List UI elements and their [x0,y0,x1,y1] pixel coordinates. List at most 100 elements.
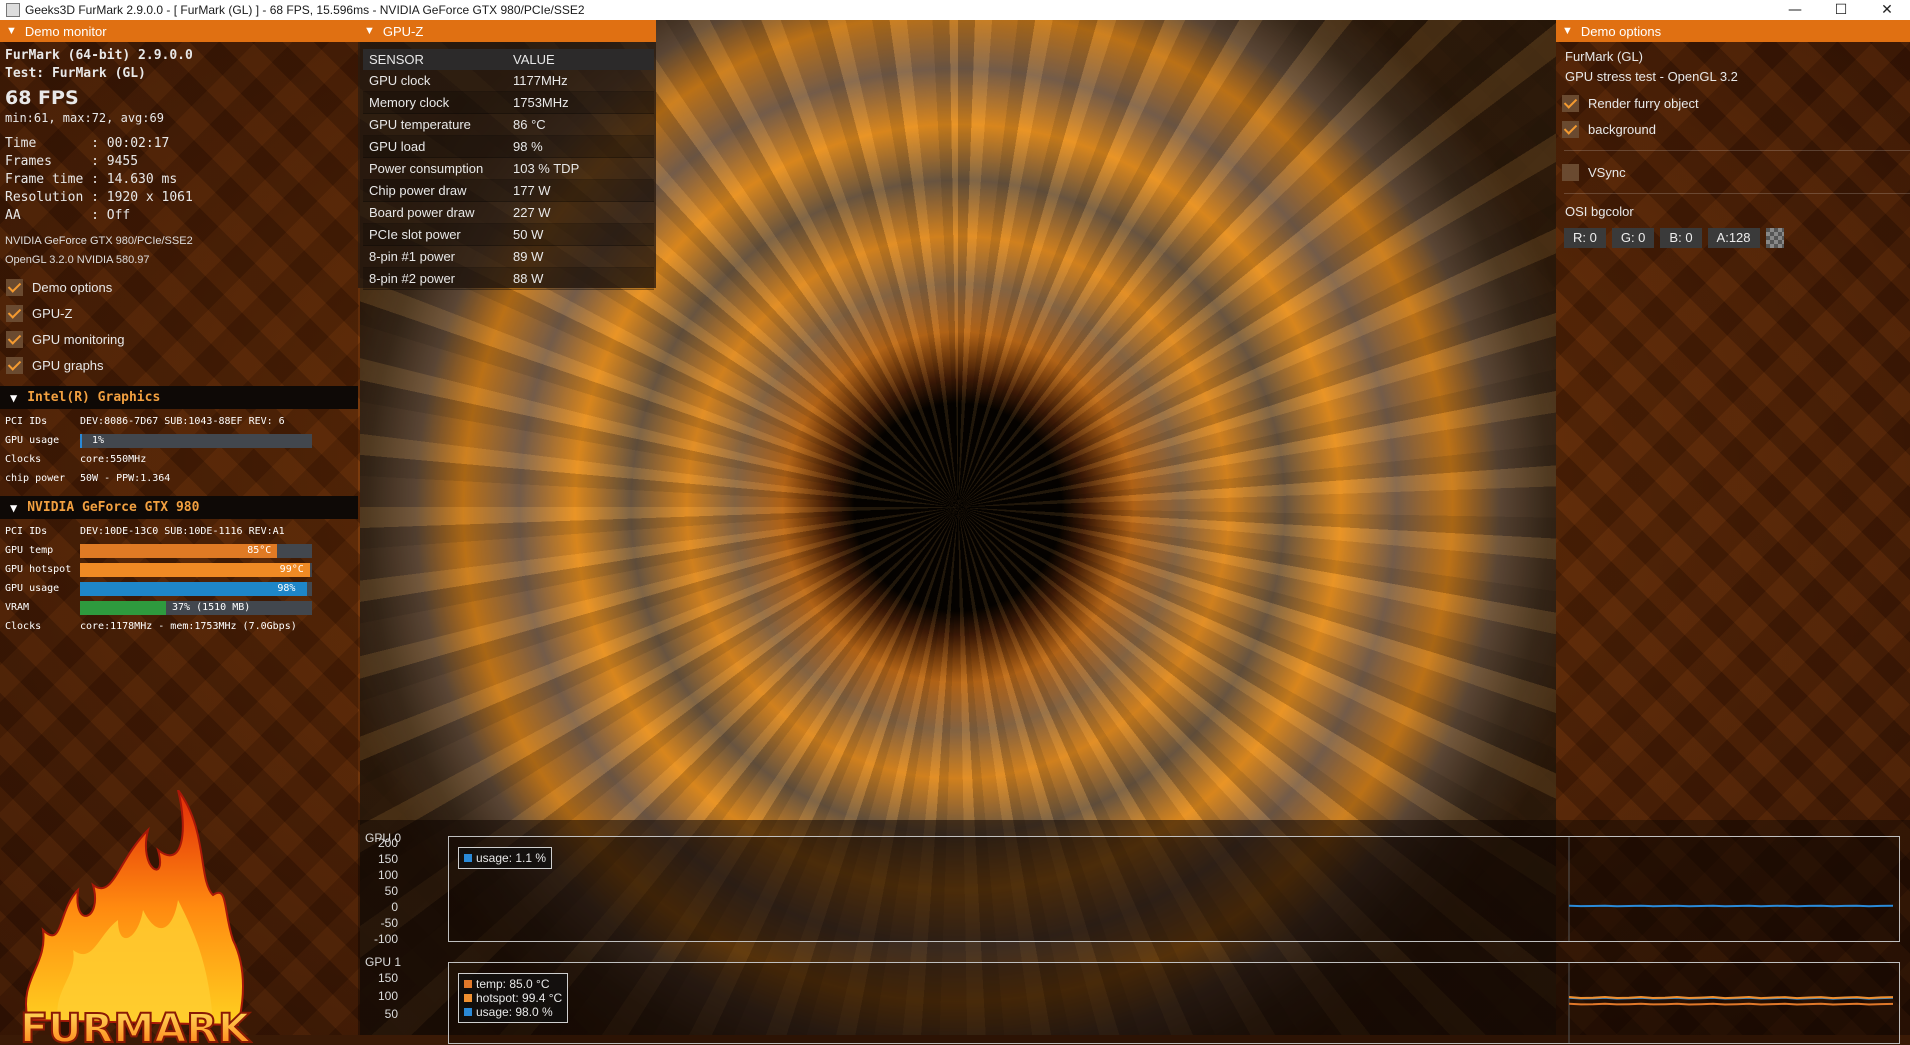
checkbox-icon[interactable] [6,330,23,348]
legend-item-usage: usage: 98.0 % [464,1005,562,1019]
demo-options-panel: ▼ Demo options FurMark (GL) GPU stress t… [1556,20,1910,820]
checkbox-icon[interactable] [1562,120,1579,138]
demo-monitor-header[interactable]: ▼ Demo monitor [0,20,358,42]
checkbox-icon[interactable] [6,278,23,296]
toggle-gpu-graphs[interactable]: GPU graphs [0,352,358,378]
window-title: Geeks3D FurMark 2.9.0.0 - [ FurMark (GL)… [25,3,585,17]
collapse-triangle-icon[interactable]: ▼ [1562,25,1573,37]
demo-options-header[interactable]: ▼ Demo options [1556,20,1910,42]
collapse-triangle-icon[interactable]: ▼ [364,25,375,37]
graph-gpu1-svg [1568,963,1894,1043]
y-tick: 150 [377,852,398,866]
legend-swatch [464,1008,472,1016]
table-row: 8-pin #2 power 88 W [363,267,654,290]
stat-frames: Frames : 9455 [5,154,139,169]
checkbox-icon[interactable] [6,304,23,322]
test-name: Test: FurMark (GL) [5,66,146,81]
y-tick: 150 [377,971,398,985]
table-row: Power consumption 103 % TDP [363,157,654,180]
gpu0-name: Intel(R) Graphics [27,390,161,405]
gpu0-usage-row: GPU usage 1% [0,431,358,450]
gpu-z-panel: ▼ GPU-Z SENSOR VALUE GPU clock 1177MHz Me… [358,20,656,290]
y-tick: 50 [384,1007,398,1021]
gpu0-header[interactable]: ▼ Intel(R) Graphics [0,386,358,409]
toggle-background[interactable]: background [1556,116,1910,142]
graph-gpu1-title: GPU 1 [365,955,402,969]
collapse-triangle-icon[interactable]: ▼ [10,501,17,515]
toggle-label: Render furry object [1588,95,1699,111]
checkbox-icon[interactable] [6,356,23,374]
toggle-label: Demo options [32,279,113,295]
stat-resolution: Resolution : 1920 x 1061 [5,190,193,205]
divider [1564,150,1910,151]
toggle-label: GPU graphs [32,357,104,373]
table-row: Board power draw 227 W [363,201,654,224]
legend-item-hotspot: hotspot: 99.4 °C [464,991,562,1005]
close-button[interactable]: ✕ [1864,0,1910,20]
legend-item-temp: temp: 85.0 °C [464,977,562,991]
gpu1-header[interactable]: ▼ NVIDIA GeForce GTX 980 [0,496,358,519]
gpu1-vram-row: VRAM 37% (1510 MB) [0,598,358,617]
color-b-field[interactable]: B: 0 [1660,228,1702,248]
collapse-triangle-icon[interactable]: ▼ [6,25,17,37]
gpu-graphs-panel: GPU 0 200 150 100 50 0 -50 -100 usage: 1… [358,820,1910,1044]
demo-monitor-title: Demo monitor [24,23,107,39]
toggle-vsync[interactable]: VSync [1556,159,1910,185]
table-row: Memory clock 1753MHz [363,91,654,114]
table-header-row: SENSOR VALUE [363,49,654,70]
toggle-demo-options[interactable]: Demo options [0,274,358,300]
opengl-info: OpenGL 3.2.0 NVIDIA 580.97 [5,254,150,266]
checkbox-icon[interactable] [1562,163,1579,181]
gpu0-usage-bar: 1% [80,433,312,448]
toggle-gpu-z[interactable]: GPU-Z [0,300,358,326]
minimize-button[interactable]: — [1772,0,1818,20]
checkbox-icon[interactable] [1562,94,1579,112]
y-tick: -50 [380,916,398,930]
gpu1-temp-line [1568,1002,1894,1006]
gpu-z-header[interactable]: ▼ GPU-Z [358,20,656,42]
color-swatch[interactable] [1765,228,1784,248]
demo-description: GPU stress test - OpenGL 3.2 [1565,69,1738,84]
svg-text:FURMARK: FURMARK [20,1006,252,1045]
y-tick: 50 [384,884,398,898]
color-a-field[interactable]: A:128 [1707,228,1760,248]
gpu1-temp-row: GPU temp 85°C [0,541,358,560]
demo-name: FurMark (GL) [1565,49,1643,64]
toggle-label: GPU-Z [32,305,73,321]
stat-frame-time: Frame time : 14.630 ms [5,172,178,187]
table-row: GPU temperature 86 °C [363,113,654,136]
divider [1564,193,1910,194]
table-row: GPU load 98 % [363,135,654,158]
y-tick: 200 [377,836,398,850]
maximize-button[interactable]: ☐ [1818,0,1864,20]
y-tick: -100 [373,932,398,946]
legend-swatch [464,854,472,862]
gpu1-temp-bar: 85°C [80,543,312,558]
graph-gpu1-plot [448,962,1900,1044]
table-row: 8-pin #1 power 89 W [363,245,654,268]
demo-options-title: Demo options [1580,23,1662,39]
graph-gpu1-legend: temp: 85.0 °C hotspot: 99.4 °C usage: 98… [458,973,569,1023]
gpu1-usage-row: GPU usage 98% [0,579,358,598]
y-tick: 100 [377,989,398,1003]
toggle-gpu-monitoring[interactable]: GPU monitoring [0,326,358,352]
gpu0-usage-line [1568,904,1894,908]
legend-swatch [464,980,472,988]
gpu1-clocks-row: Clocks core:1178MHz - mem:1753MHz (7.0Gb… [5,621,297,632]
app-icon [6,3,20,17]
gpu1-hotspot-row: GPU hotspot 99°C [0,560,358,579]
toggle-label: background [1588,121,1656,137]
gpu1-hotspot-line [1568,995,1894,1000]
toggle-render-furry[interactable]: Render furry object [1556,90,1910,116]
demo-monitor-panel: ▼ Demo monitor FurMark (64-bit) 2.9.0.0 … [0,20,358,1045]
color-r-field[interactable]: R: 0 [1564,228,1606,248]
table-row: Chip power draw 177 W [363,179,654,202]
legend-item-usage: usage: 1.1 % [464,851,546,865]
gpu-z-sensor-table: SENSOR VALUE GPU clock 1177MHz Memory clo… [363,49,654,290]
gpu0-clocks-row: Clocks core:550MHz [5,454,147,465]
table-row: PCIe slot power 50 W [363,223,654,246]
collapse-triangle-icon[interactable]: ▼ [10,391,17,405]
gpu0-power-row: chip power 50W - PPW:1.364 [5,473,171,484]
furmark-logo: FURMARK [19,790,253,1045]
color-g-field[interactable]: G: 0 [1611,228,1655,248]
